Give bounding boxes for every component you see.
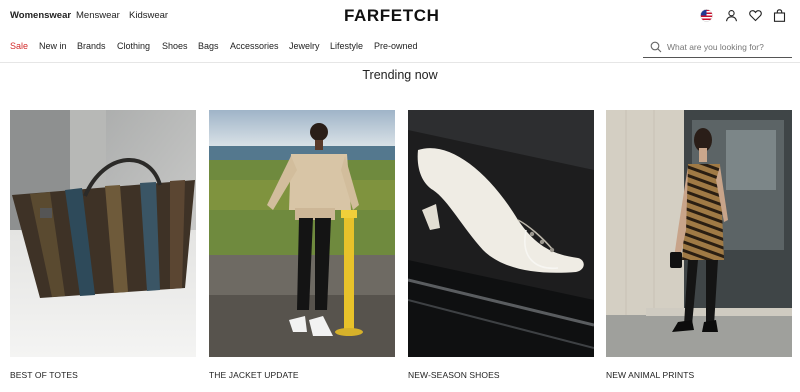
- nav-item-bags[interactable]: Bags: [198, 41, 219, 51]
- us-flag-icon[interactable]: [700, 9, 713, 22]
- nav-item-sale[interactable]: Sale: [10, 41, 28, 51]
- search-input[interactable]: [667, 39, 789, 54]
- white-heel-shoe-photo[interactable]: [408, 110, 594, 357]
- tab-menswear[interactable]: Menswear: [76, 10, 120, 21]
- section-title: Trending now: [362, 68, 438, 82]
- nav-item-clothing[interactable]: Clothing: [117, 41, 150, 51]
- trending-card-jacket[interactable]: THE JACKET UPDATE: [209, 110, 395, 388]
- nav-item-shoes[interactable]: Shoes: [162, 41, 188, 51]
- trending-card-shoes[interactable]: NEW-SEASON SHOES: [408, 110, 594, 388]
- top-bar: Womenswear Menswear Kidswear FARFETCH: [0, 0, 800, 32]
- trending-card-animal-prints[interactable]: NEW ANIMAL PRINTS: [606, 110, 792, 388]
- tab-womenswear[interactable]: Womenswear: [10, 10, 71, 21]
- card-label[interactable]: NEW ANIMAL PRINTS: [606, 370, 694, 380]
- farfetch-logo[interactable]: FARFETCH: [344, 6, 439, 26]
- animal-print-dress-photo[interactable]: [606, 110, 792, 357]
- header-divider: [0, 62, 800, 63]
- search-bar[interactable]: [643, 36, 792, 58]
- tote-bag-photo[interactable]: [10, 110, 196, 357]
- tab-kidswear[interactable]: Kidswear: [129, 10, 168, 21]
- nav-item-lifestyle[interactable]: Lifestyle: [330, 41, 363, 51]
- shopping-bag-icon[interactable]: [773, 9, 786, 22]
- card-label[interactable]: BEST OF TOTES: [10, 370, 78, 380]
- nav-item-jewelry[interactable]: Jewelry: [289, 41, 320, 51]
- jacket-model-photo[interactable]: [209, 110, 395, 357]
- trending-card-totes[interactable]: BEST OF TOTES: [10, 110, 196, 388]
- nav-item-accessories[interactable]: Accessories: [230, 41, 279, 51]
- nav-item-pre-owned[interactable]: Pre-owned: [374, 41, 418, 51]
- search-icon[interactable]: [650, 40, 662, 53]
- wishlist-heart-icon[interactable]: [749, 9, 762, 22]
- account-icon[interactable]: [725, 9, 738, 22]
- card-label[interactable]: THE JACKET UPDATE: [209, 370, 299, 380]
- nav-item-brands[interactable]: Brands: [77, 41, 106, 51]
- nav-item-new-in[interactable]: New in: [39, 41, 67, 51]
- card-label[interactable]: NEW-SEASON SHOES: [408, 370, 500, 380]
